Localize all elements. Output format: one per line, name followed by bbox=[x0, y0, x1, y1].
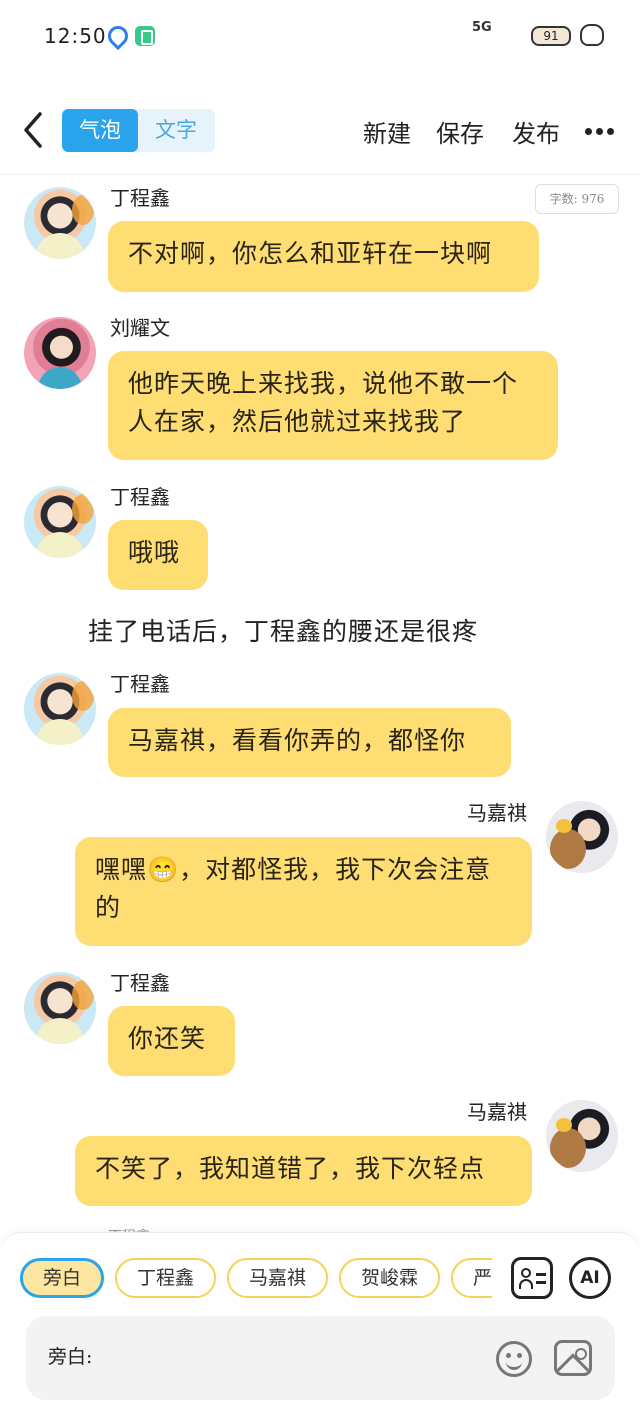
sender-name: 丁程鑫 bbox=[110, 971, 170, 995]
app-notification-icon bbox=[135, 26, 155, 46]
avatar[interactable] bbox=[24, 972, 96, 1044]
speaker-chip[interactable]: 贺峻霖 bbox=[339, 1258, 441, 1298]
battery-indicator: 91 bbox=[531, 26, 571, 46]
sender-name: 刘耀文 bbox=[110, 316, 170, 340]
back-button[interactable] bbox=[18, 110, 48, 150]
network-indicator: 5G bbox=[472, 20, 492, 35]
status-bar: 12:50 5G 91 bbox=[0, 0, 640, 72]
word-count-badge: 字数: 976 bbox=[535, 184, 619, 214]
ai-button[interactable]: AI bbox=[569, 1257, 611, 1299]
sender-name: 丁程鑫 bbox=[110, 485, 170, 509]
message-input-box: 旁白: bbox=[26, 1316, 615, 1400]
message-bubble[interactable]: 哦哦 bbox=[108, 520, 208, 590]
avatar[interactable] bbox=[24, 317, 96, 389]
message-bubble[interactable]: 他昨天晚上来找我，说他不敢一个人在家，然后他就过来找我了 bbox=[108, 351, 558, 460]
contact-card-icon[interactable] bbox=[511, 1257, 553, 1299]
new-button[interactable]: 新建 bbox=[363, 114, 411, 149]
message-bubble[interactable]: 不对啊，你怎么和亚轩在一块啊 bbox=[108, 221, 539, 292]
speaker-chip[interactable]: 旁白 bbox=[20, 1258, 105, 1298]
more-options-icon[interactable] bbox=[585, 128, 615, 136]
mode-toggle: 气泡 文字 bbox=[62, 109, 215, 152]
chevron-left-icon bbox=[24, 112, 42, 148]
frog-icon bbox=[580, 24, 604, 46]
image-icon[interactable] bbox=[554, 1340, 592, 1376]
message-bubble[interactable]: 嘿嘿😁，对都怪我，我下次会注意的 bbox=[75, 837, 532, 946]
message-bubble[interactable]: 你还笑 bbox=[108, 1006, 235, 1076]
publish-button[interactable]: 发布 bbox=[512, 114, 560, 149]
speaker-chip[interactable]: 严浩翔 bbox=[451, 1258, 492, 1298]
input-speaker-label: 旁白: bbox=[48, 1346, 93, 1368]
tab-bubble[interactable]: 气泡 bbox=[62, 109, 138, 152]
speaker-chip[interactable]: 丁程鑫 bbox=[115, 1258, 217, 1298]
compose-panel: 旁白丁程鑫马嘉祺贺峻霖严浩翔 AI 旁白: bbox=[0, 1232, 640, 1426]
avatar[interactable] bbox=[24, 486, 96, 558]
message-bubble[interactable]: 马嘉祺，看看你弄的，都怪你 bbox=[108, 708, 511, 777]
avatar[interactable] bbox=[24, 187, 96, 259]
sender-name: 马嘉祺 bbox=[467, 1100, 527, 1124]
status-time: 12:50 bbox=[44, 24, 107, 48]
tab-text[interactable]: 文字 bbox=[138, 109, 214, 152]
save-button[interactable]: 保存 bbox=[436, 114, 484, 149]
emoji-icon[interactable] bbox=[496, 1341, 532, 1377]
speaker-chip[interactable]: 马嘉祺 bbox=[227, 1258, 329, 1298]
avatar[interactable] bbox=[24, 673, 96, 745]
avatar[interactable] bbox=[546, 1100, 618, 1172]
sender-name: 丁程鑫 bbox=[110, 672, 170, 696]
speaker-selector: 旁白丁程鑫马嘉祺贺峻霖严浩翔 bbox=[20, 1258, 492, 1302]
message-input[interactable] bbox=[106, 1334, 486, 1374]
avatar[interactable] bbox=[546, 801, 618, 873]
sender-name: 丁程鑫 bbox=[110, 186, 170, 210]
location-icon bbox=[103, 21, 133, 51]
sender-name: 马嘉祺 bbox=[467, 801, 527, 825]
header: 气泡 文字 新建 保存 发布 bbox=[0, 96, 640, 166]
narration-text[interactable]: 挂了电话后，丁程鑫的腰还是很疼 bbox=[88, 612, 478, 648]
header-divider bbox=[0, 174, 640, 175]
message-bubble[interactable]: 不笑了，我知道错了，我下次轻点 bbox=[75, 1136, 532, 1206]
